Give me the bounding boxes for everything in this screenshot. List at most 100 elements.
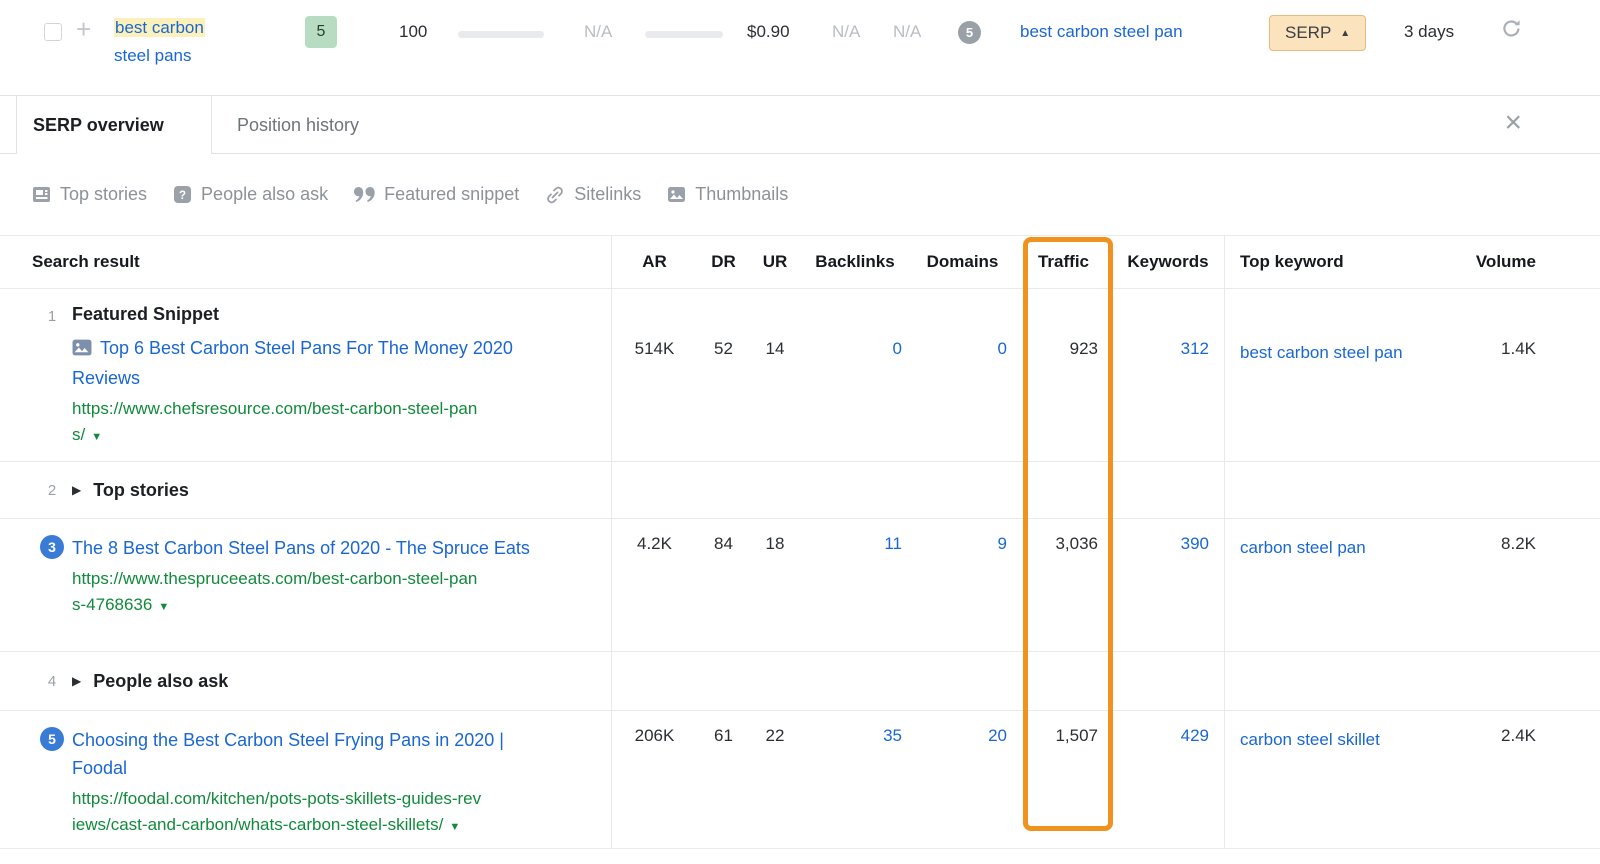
expand-caret-icon: ▶ bbox=[72, 674, 82, 688]
result-url[interactable]: https://www.thespruceeats.com/best-carbo… bbox=[72, 566, 484, 620]
updated-value: 3 days bbox=[1404, 22, 1455, 41]
column-header-domains[interactable]: Domains bbox=[910, 236, 1015, 288]
result-url[interactable]: https://www.chefsresource.com/best-carbo… bbox=[72, 396, 484, 450]
column-header-ur[interactable]: UR bbox=[750, 236, 800, 288]
top-keyword-link[interactable]: best carbon steel pan bbox=[1240, 339, 1403, 367]
filter-sitelinks[interactable]: Sitelinks bbox=[545, 184, 641, 205]
dr-value: 84 bbox=[714, 534, 733, 553]
filter-label: Featured snippet bbox=[384, 184, 520, 204]
url-dropdown-caret[interactable]: ▼ bbox=[91, 431, 102, 443]
position-number: 1 bbox=[47, 308, 57, 325]
filter-label: Thumbnails bbox=[695, 184, 789, 204]
na-value-2: N/A bbox=[832, 22, 861, 41]
keywords-link[interactable]: 429 bbox=[1181, 726, 1209, 746]
traffic-value: 3,036 bbox=[1055, 534, 1098, 553]
serp-toggle-button[interactable]: SERP ▲ bbox=[1269, 15, 1367, 51]
column-header-search-result[interactable]: Search result bbox=[0, 236, 612, 288]
ar-value: 206K bbox=[634, 726, 675, 745]
kd-badge: 5 bbox=[305, 16, 337, 48]
top-keyword-link[interactable]: carbon steel pan bbox=[1240, 534, 1366, 562]
top-keyword-link[interactable]: carbon steel skillet bbox=[1240, 726, 1380, 754]
position-badge: 3 bbox=[40, 535, 64, 559]
filter-thumbnails[interactable]: Thumbnails bbox=[667, 184, 788, 205]
position-number: 2 bbox=[47, 481, 57, 499]
filter-featured-snippet[interactable]: Featured snippet bbox=[354, 184, 519, 205]
keywords-link[interactable]: 312 bbox=[1181, 339, 1209, 359]
serp-feature-heading: Featured Snippet bbox=[72, 304, 220, 324]
close-icon[interactable]: × bbox=[1504, 108, 1522, 138]
filter-label: Top stories bbox=[60, 184, 148, 204]
expand-caret-icon: ▶ bbox=[72, 483, 82, 497]
top-stories-icon bbox=[32, 185, 51, 204]
keyword-highlighted-part: best carbon bbox=[114, 18, 205, 37]
ar-value: 514K bbox=[634, 339, 675, 358]
refresh-icon[interactable] bbox=[1501, 18, 1522, 44]
sitelinks-icon bbox=[545, 185, 565, 205]
url-dropdown-caret[interactable]: ▼ bbox=[158, 601, 169, 613]
table-row: 5 Choosing the Best Carbon Steel Frying … bbox=[0, 711, 1600, 849]
serp-features-count-badge: 5 bbox=[958, 21, 981, 44]
column-header-volume[interactable]: Volume bbox=[1450, 236, 1600, 288]
backlinks-link[interactable]: 35 bbox=[883, 726, 902, 746]
keyword-link[interactable]: best carbon steel pans bbox=[114, 14, 242, 70]
result-title-link[interactable]: Top 6 Best Carbon Steel Pans For The Mon… bbox=[72, 334, 550, 392]
tab-label: Position history bbox=[237, 114, 360, 135]
ar-value: 4.2K bbox=[637, 534, 672, 553]
keyword-rest: steel pans bbox=[114, 46, 192, 65]
row-checkbox[interactable] bbox=[44, 23, 62, 41]
column-header-traffic[interactable]: Traffic bbox=[1015, 236, 1112, 288]
backlinks-link[interactable]: 11 bbox=[884, 534, 902, 554]
volume-value: 1.4K bbox=[1501, 339, 1536, 358]
filter-top-stories[interactable]: Top stories bbox=[32, 184, 147, 205]
filter-label: People also ask bbox=[201, 184, 329, 204]
serp-feature-filters: Top stories ? People also ask Featured s… bbox=[0, 154, 1600, 235]
thumbnails-icon bbox=[667, 185, 686, 204]
dr-value: 52 bbox=[714, 339, 733, 358]
serp-results-table: Search result AR DR UR Backlinks Domains… bbox=[0, 235, 1600, 849]
parent-keyword-link[interactable]: best carbon steel pan bbox=[1020, 22, 1183, 42]
volume-value: 100 bbox=[399, 22, 428, 41]
keywords-link[interactable]: 390 bbox=[1181, 534, 1209, 554]
url-dropdown-caret[interactable]: ▼ bbox=[449, 821, 460, 833]
table-row: 2 ▶ Top stories bbox=[0, 462, 1600, 519]
filter-people-also-ask[interactable]: ? People also ask bbox=[173, 184, 328, 205]
table-row: 3 The 8 Best Carbon Steel Pans of 2020 -… bbox=[0, 519, 1600, 652]
table-header-row: Search result AR DR UR Backlinks Domains… bbox=[0, 235, 1600, 289]
column-header-backlinks[interactable]: Backlinks bbox=[800, 236, 910, 288]
svg-text:?: ? bbox=[179, 190, 186, 202]
domains-link[interactable]: 20 bbox=[988, 726, 1007, 746]
column-header-ar[interactable]: AR bbox=[612, 236, 697, 288]
expand-people-also-ask[interactable]: ▶ People also ask bbox=[72, 671, 228, 692]
people-also-ask-icon: ? bbox=[173, 185, 192, 204]
result-url[interactable]: https://foodal.com/kitchen/pots-pots-ski… bbox=[72, 786, 484, 840]
tab-serp-overview[interactable]: SERP overview bbox=[16, 96, 212, 154]
filter-label: Sitelinks bbox=[574, 184, 642, 204]
traffic-value: 1,507 bbox=[1055, 726, 1098, 745]
result-title-link[interactable]: The 8 Best Carbon Steel Pans of 2020 - T… bbox=[72, 534, 550, 562]
expand-top-stories[interactable]: ▶ Top stories bbox=[72, 480, 189, 501]
serp-button-label: SERP bbox=[1285, 23, 1332, 42]
volume-bar bbox=[458, 31, 544, 38]
tab-position-history[interactable]: Position history bbox=[212, 96, 384, 154]
position-number: 4 bbox=[47, 672, 57, 690]
dr-value: 61 bbox=[714, 726, 733, 745]
clicks-bar bbox=[645, 31, 723, 38]
expand-label: Top stories bbox=[93, 479, 189, 500]
chevron-up-icon: ▲ bbox=[1340, 27, 1351, 39]
na-value-3: N/A bbox=[893, 22, 922, 41]
featured-snippet-icon bbox=[354, 187, 375, 202]
column-header-top-keyword[interactable]: Top keyword bbox=[1225, 236, 1450, 288]
add-to-list-icon[interactable]: + bbox=[76, 16, 91, 42]
volume-value: 8.2K bbox=[1501, 534, 1536, 553]
na-value-1: N/A bbox=[584, 22, 613, 41]
column-header-dr[interactable]: DR bbox=[697, 236, 750, 288]
backlinks-link[interactable]: 0 bbox=[893, 339, 902, 359]
keyword-table-row: + best carbon steel pans 5 100 N/A $0.90… bbox=[0, 0, 1600, 95]
table-row: 1 Featured Snippet Top 6 Best Carbon Ste… bbox=[0, 289, 1600, 462]
column-header-keywords[interactable]: Keywords bbox=[1112, 236, 1225, 288]
domains-link[interactable]: 9 bbox=[998, 534, 1007, 554]
domains-link[interactable]: 0 bbox=[998, 339, 1007, 359]
result-title-link[interactable]: Choosing the Best Carbon Steel Frying Pa… bbox=[72, 726, 550, 782]
cpc-value: $0.90 bbox=[747, 22, 790, 41]
expand-label: People also ask bbox=[93, 670, 229, 691]
